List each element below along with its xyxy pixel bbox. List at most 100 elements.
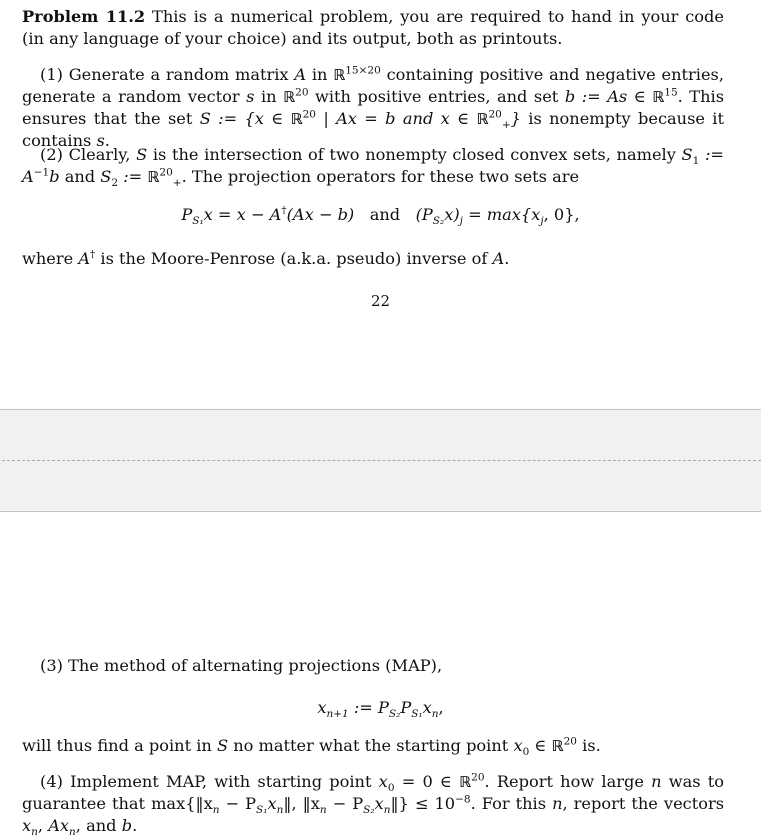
text-fragment: will thus find a point in: [22, 736, 217, 755]
text-fragment: ‖} ≤ 10: [390, 794, 456, 813]
text-fragment: . The projection operators for these two…: [181, 167, 580, 186]
text-fragment: n: [212, 804, 220, 817]
text-fragment: ℝ: [147, 168, 160, 186]
text-fragment: ℝ: [459, 773, 472, 791]
text-fragment: (1) Generate a random matrix: [40, 65, 295, 84]
text-fragment: , report the vectors: [562, 794, 725, 813]
projection-equation: PS₁x = x − A†(Ax − b) and (PS₂x)j = max{…: [0, 205, 761, 228]
text-fragment: ∈: [529, 736, 552, 755]
text-fragment: (Ax − b): [286, 205, 355, 224]
text-fragment: x: [378, 772, 388, 791]
text-fragment: b: [121, 816, 133, 835]
text-fragment: is.: [576, 736, 601, 755]
page-number: 22: [370, 292, 391, 310]
text-fragment: ,: [37, 816, 49, 835]
text-fragment: x: [513, 736, 523, 755]
text-fragment: ℝ: [551, 737, 564, 755]
text-fragment: is the Moore-Penrose (a.k.a. pseudo) inv…: [95, 249, 493, 268]
will-sentence: will thus find a point in S no matter wh…: [22, 735, 724, 757]
text-fragment: S₂: [388, 708, 401, 721]
text-fragment: ℝ: [652, 88, 665, 106]
text-fragment: n: [431, 708, 439, 721]
where-sentence: where A† is the Moore-Penrose (a.k.a. ps…: [22, 248, 724, 270]
text-fragment: 20: [488, 108, 502, 121]
problem-label: Problem 11.2: [22, 7, 146, 26]
problem-intro: Problem 11.2 This is a numerical problem…: [22, 6, 724, 50]
text-fragment: (2) Clearly,: [40, 145, 137, 164]
text-fragment: x = x − A: [203, 205, 282, 224]
part-1-paragraph: (1) Generate a random matrix A in ℝ15×20…: [22, 64, 724, 152]
text-fragment: ℝ: [290, 110, 303, 128]
text-fragment: 20: [295, 86, 309, 99]
text-fragment: , and: [75, 816, 122, 835]
text-fragment: x: [22, 816, 32, 835]
text-fragment: n: [552, 794, 563, 813]
text-fragment: (3) The method of alternating projection…: [40, 656, 443, 675]
text-fragment: P: [181, 205, 193, 224]
text-fragment: := P: [348, 698, 389, 717]
text-fragment: no matter what the starting point: [228, 736, 514, 755]
text-fragment: − P: [219, 794, 257, 813]
text-fragment: .: [132, 816, 138, 835]
text-fragment: −1: [33, 166, 50, 179]
text-fragment: n+1: [326, 708, 349, 721]
text-fragment: and: [369, 205, 401, 224]
text-fragment: :=: [118, 167, 148, 186]
text-fragment: x: [374, 794, 384, 813]
text-fragment: (4) Implement MAP, with starting point: [40, 772, 379, 791]
text-fragment: S: [216, 736, 229, 755]
text-fragment: 15: [664, 86, 678, 99]
text-fragment: b: [49, 167, 60, 186]
text-fragment: 0: [387, 782, 395, 795]
text-fragment: S: [100, 167, 112, 186]
text-fragment: ℝ: [333, 66, 346, 84]
text-fragment: n: [31, 826, 38, 838]
text-fragment: = max{x: [462, 205, 541, 224]
map-iteration-equation: xn+1 := PS₂PS₁xn,: [0, 698, 761, 721]
text-fragment: S: [681, 145, 693, 164]
text-fragment: S₁: [192, 215, 204, 228]
part-2-paragraph: (2) Clearly, S is the intersection of tw…: [22, 144, 724, 188]
part-3-paragraph: (3) The method of alternating projection…: [22, 655, 724, 677]
text-fragment: | Ax = b and x ∈: [315, 109, 477, 128]
text-fragment: 20: [563, 735, 577, 748]
text-fragment: }: [510, 109, 521, 128]
text-fragment: where: [22, 249, 79, 268]
text-fragment: ‖, ‖x: [283, 794, 320, 813]
text-fragment: b := As ∈: [564, 87, 653, 106]
text-fragment: n: [69, 826, 76, 838]
text-fragment: A: [78, 249, 91, 268]
text-fragment: 15×20: [345, 64, 381, 77]
text-fragment: (P: [415, 205, 433, 224]
part-4-paragraph: (4) Implement MAP, with starting point x…: [22, 771, 724, 837]
text-fragment: ℝ: [283, 88, 296, 106]
text-fragment: x: [422, 698, 432, 717]
text-fragment: .: [504, 249, 510, 268]
text-fragment: 20: [302, 108, 316, 121]
text-fragment: x: [267, 794, 277, 813]
text-fragment: in: [254, 87, 284, 106]
text-fragment: −8: [455, 793, 471, 806]
text-fragment: in: [306, 65, 334, 84]
text-fragment: n: [319, 804, 327, 817]
text-fragment: S₂: [432, 215, 445, 228]
text-fragment: − P: [326, 794, 364, 813]
text-fragment: . For this: [470, 794, 553, 813]
text-fragment: A: [294, 65, 307, 84]
text-fragment: A: [492, 249, 505, 268]
text-fragment: = 0 ∈: [394, 772, 460, 791]
text-fragment: with positive entries, and set: [308, 87, 565, 106]
text-fragment: P: [400, 698, 412, 717]
text-fragment: S := {x ∈: [199, 109, 291, 128]
text-fragment: , 0},: [543, 205, 580, 224]
text-fragment: S: [136, 145, 148, 164]
page-separator: [0, 409, 761, 512]
page-break-line: [2, 460, 761, 461]
text-fragment: S₁: [256, 804, 268, 817]
text-fragment: n: [651, 772, 662, 791]
text-fragment: S₂: [363, 804, 375, 817]
text-fragment: is the intersection of two nonempty clos…: [147, 145, 682, 164]
text-fragment: . Report how large: [484, 772, 652, 791]
text-fragment: +: [501, 119, 511, 132]
text-fragment: and: [59, 167, 101, 186]
